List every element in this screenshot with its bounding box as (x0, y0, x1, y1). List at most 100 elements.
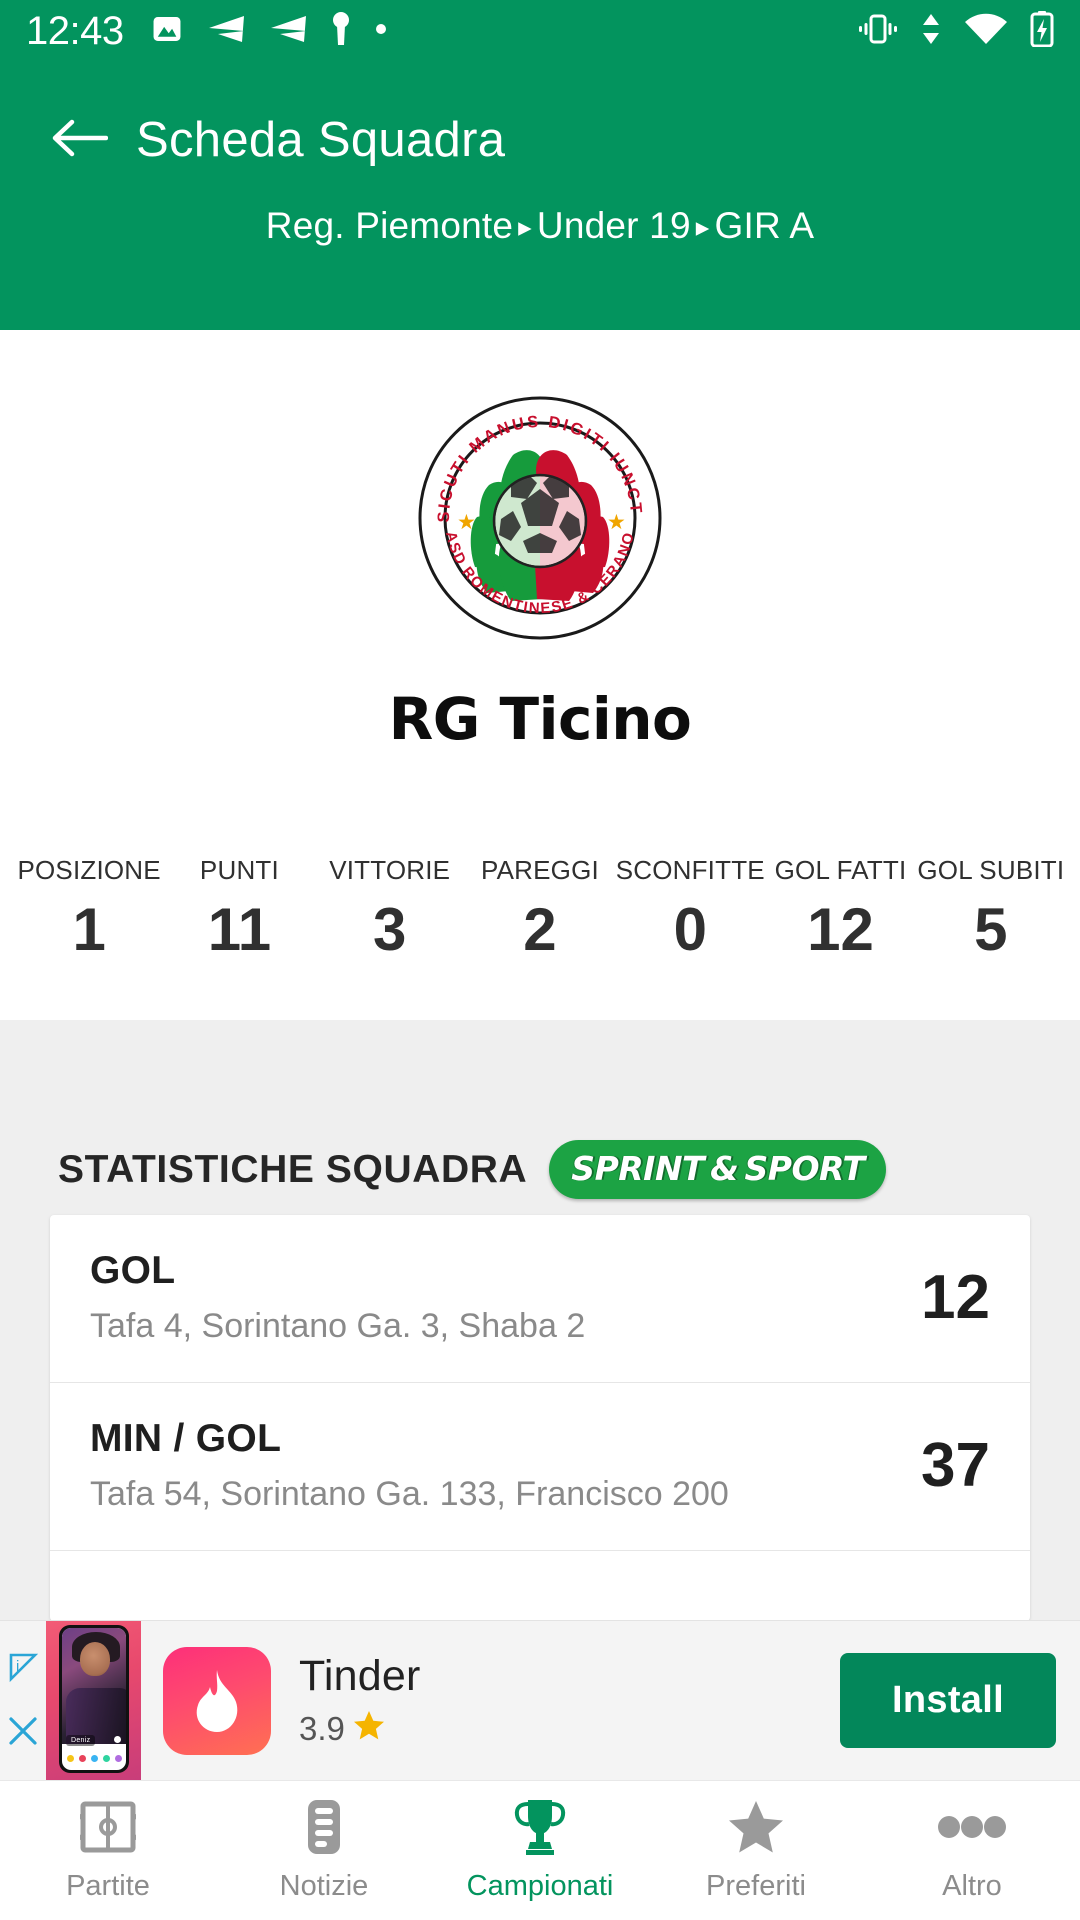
like-action-icon (102, 1755, 110, 1762)
nav-label: Preferiti (706, 1870, 806, 1902)
stat-label: POSIZIONE (17, 855, 161, 885)
sponsor-badge[interactable]: SPRINT & SPORT (549, 1140, 887, 1199)
list-icon (302, 1798, 346, 1856)
stat-pareggi: PAREGGI 2 (465, 855, 615, 960)
phone-mockup: Deniz (59, 1624, 129, 1773)
profile-photo (62, 1627, 126, 1744)
team-summary-block: SICUTI MANUS DIGITI IUNCTI ASD ROMENTINE… (0, 330, 1080, 1020)
breadcrumb-group: GIR A (714, 205, 815, 246)
stat-card-subtitle: Tafa 4, Sorintano Ga. 3, Shaba 2 (90, 1307, 586, 1345)
stat-value: 2 (523, 896, 557, 963)
rewind-action-icon (66, 1755, 74, 1762)
ad-controls: i (0, 1621, 46, 1781)
bottom-navigation-bar: Partite Notizie Campionati Preferiti Alt… (0, 1780, 1080, 1920)
team-name: RG Ticino (388, 685, 692, 753)
stat-value: 5 (974, 896, 1008, 963)
battery-charging-icon (1030, 10, 1054, 52)
dot-icon (374, 22, 388, 41)
ad-install-button[interactable]: Install (840, 1653, 1056, 1748)
stat-value: 1 (72, 896, 106, 963)
ad-screenshot-thumbnail[interactable]: Deniz (46, 1620, 141, 1781)
team-profile-screen: 12:43 Scheda Squadra Reg. Piemonte ▸ Und… (0, 0, 1080, 1920)
section-title: STATISTICHE SQUADRA (58, 1147, 528, 1191)
telegram-arrow-icon (268, 12, 308, 51)
telegram-arrow-icon (206, 12, 246, 51)
stat-label: VITTORIE (329, 855, 451, 885)
team-stats-row: POSIZIONE 1 PUNTI 11 VITTORIE 3 PAREGGI … (0, 855, 1080, 995)
stat-card-text: GOL Tafa 4, Sorintano Ga. 3, Shaba 2 (90, 1249, 891, 1346)
ad-banner[interactable]: i Deniz Tinder 3.9 Install (0, 1620, 1080, 1781)
superlike-action-icon (90, 1755, 98, 1762)
photo-face-shape (80, 1641, 110, 1676)
ad-app-name: Tinder (299, 1652, 421, 1700)
data-transfer-icon (920, 12, 942, 51)
back-arrow-icon (52, 117, 109, 164)
stat-label: GOL FATTI (774, 855, 907, 885)
nav-label: Altro (942, 1870, 1002, 1902)
statistics-card-list: GOL Tafa 4, Sorintano Ga. 3, Shaba 2 12 … (50, 1215, 1030, 1621)
section-header: STATISTICHE SQUADRA SPRINT & SPORT (58, 1140, 887, 1199)
svg-text:i: i (16, 1658, 19, 1675)
stat-vittorie: VITTORIE 3 (315, 855, 465, 960)
close-icon[interactable] (6, 1714, 40, 1753)
stat-punti: PUNTI 11 (164, 855, 314, 960)
stat-value: 0 (673, 896, 707, 963)
stat-card-text: MIN / GOL Tafa 54, Sorintano Ga. 133, Fr… (90, 1417, 891, 1514)
swipe-action-row (62, 1750, 126, 1768)
breadcrumb-separator-icon: ▸ (695, 212, 710, 242)
stat-gol-fatti: GOL FATTI 12 (765, 855, 915, 960)
nope-action-icon (78, 1755, 86, 1762)
nav-label: Partite (66, 1870, 150, 1902)
nav-item-campionati[interactable]: Campionati (432, 1781, 648, 1920)
nav-item-altro[interactable]: Altro (864, 1781, 1080, 1920)
stat-label: SCONFITTE (615, 855, 765, 885)
status-bar-right-icons (858, 0, 1054, 62)
more-dots-icon (938, 1798, 1006, 1856)
nav-label: Notizie (279, 1870, 369, 1902)
nav-item-notizie[interactable]: Notizie (216, 1781, 432, 1920)
page-title: Scheda Squadra (136, 113, 506, 167)
stat-value: 11 (207, 896, 272, 963)
back-button[interactable] (32, 95, 128, 185)
stat-value: 3 (373, 896, 407, 963)
nav-item-partite[interactable]: Partite (0, 1781, 216, 1920)
tinder-flame-icon[interactable] (163, 1646, 271, 1755)
breadcrumb[interactable]: Reg. Piemonte ▸ Under 19 ▸ GIR A (0, 205, 1080, 247)
stat-card-value: 37 (921, 1431, 990, 1500)
sponsor-label: SPRINT & SPORT (571, 1149, 865, 1188)
star-icon (353, 1709, 385, 1749)
adchoices-icon[interactable]: i (5, 1649, 41, 1690)
stat-posizione: POSIZIONE 1 (14, 855, 164, 960)
app-header: 12:43 Scheda Squadra Reg. Piemonte ▸ Und… (0, 0, 1080, 330)
stat-label: PAREGGI (481, 855, 599, 885)
stat-label: PUNTI (199, 855, 279, 885)
stat-card-min-gol[interactable]: MIN / GOL Tafa 54, Sorintano Ga. 133, Fr… (50, 1383, 1030, 1551)
stat-card-subtitle: Tafa 54, Sorintano Ga. 133, Francisco 20… (90, 1475, 729, 1513)
phone-screen: Deniz (62, 1627, 126, 1770)
ad-rating-value: 3.9 (299, 1710, 345, 1747)
nav-label: Campionati (466, 1870, 614, 1902)
star-icon (727, 1798, 785, 1856)
crest-star-right: ★ (607, 511, 626, 534)
photo-indicator-dot (114, 1735, 121, 1743)
stat-card-partial[interactable] (50, 1551, 1030, 1621)
nav-item-preferiti[interactable]: Preferiti (648, 1781, 864, 1920)
stat-label: GOL SUBITI (917, 855, 1065, 885)
ad-app-info: Tinder 3.9 (299, 1652, 840, 1749)
breadcrumb-separator-icon: ▸ (518, 212, 532, 242)
image-icon (150, 12, 184, 51)
boost-action-icon (114, 1755, 122, 1762)
vpn-key-icon (330, 11, 352, 52)
pitch-icon (80, 1798, 136, 1856)
wifi-icon (964, 12, 1008, 51)
crest-star-left: ★ (457, 511, 476, 534)
navigation-row: Scheda Squadra (0, 95, 1080, 185)
profile-name-label: Deniz (66, 1734, 96, 1746)
status-bar-left-icons (150, 11, 388, 52)
status-bar-clock: 12:43 (26, 9, 124, 53)
breadcrumb-category: Under 19 (536, 205, 691, 246)
stat-card-title: MIN / GOL (90, 1417, 282, 1460)
stat-sconfitte: SCONFITTE 0 (615, 855, 765, 960)
stat-value: 12 (807, 896, 874, 963)
stat-card-gol[interactable]: GOL Tafa 4, Sorintano Ga. 3, Shaba 2 12 (50, 1215, 1030, 1383)
